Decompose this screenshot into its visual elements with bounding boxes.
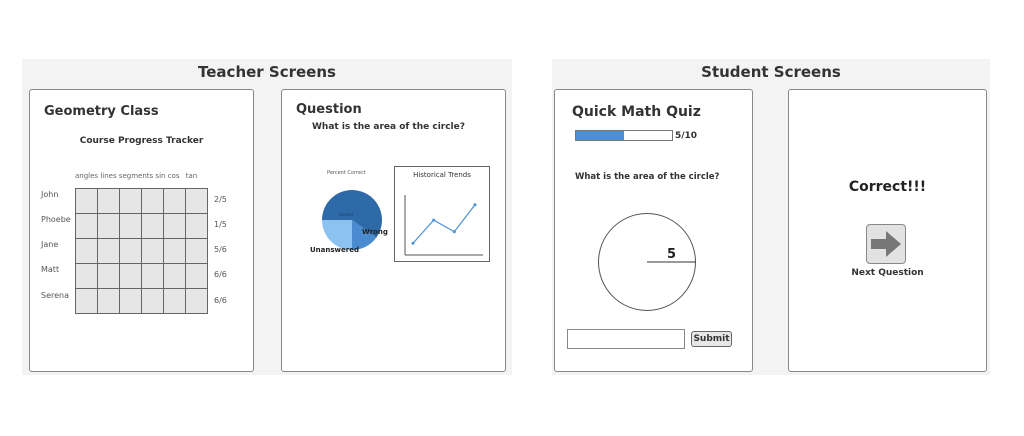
pie-label-unanswered: Unanswered xyxy=(310,246,359,254)
grid-cell xyxy=(186,289,208,314)
progress-grid xyxy=(75,188,208,314)
grid-cell xyxy=(142,289,164,314)
student-screens-section: Student Screens Quick Math Quiz 5/10 Wha… xyxy=(552,59,990,375)
grid-cell xyxy=(98,214,120,239)
quiz-question: What is the area of the circle? xyxy=(575,172,720,182)
grid-cell xyxy=(186,264,208,289)
grid-cell xyxy=(164,289,186,314)
quiz-card: Quick Math Quiz 5/10 What is the area of… xyxy=(554,89,753,372)
trend-point xyxy=(432,218,436,222)
student-name: Serena xyxy=(41,291,70,300)
pie-label-correct: Correct xyxy=(339,212,354,217)
grid-cell xyxy=(164,239,186,264)
column-headers: angles lines segments sin cos tan xyxy=(75,172,197,180)
column-header: cos xyxy=(167,172,180,180)
trends-plot xyxy=(404,195,483,256)
question-card: Question What is the area of the circle?… xyxy=(281,89,506,372)
column-header: lines xyxy=(100,172,117,180)
grid-cell xyxy=(98,289,120,314)
next-question-label[interactable]: Next Question xyxy=(789,268,986,278)
student-score: 1/5 xyxy=(214,220,227,229)
card-title: Question xyxy=(296,102,362,117)
grid-cell xyxy=(76,214,98,239)
grid-cell xyxy=(186,189,208,214)
section-title: Teacher Screens xyxy=(198,63,336,81)
column-header: tan xyxy=(185,172,198,180)
grid-cell xyxy=(142,214,164,239)
grid-cell xyxy=(142,239,164,264)
student-score: 6/6 xyxy=(214,296,227,305)
percent-correct-pie-chart: Correct Wrong Unanswered xyxy=(310,190,388,254)
progress-text: 5/10 xyxy=(675,131,698,141)
column-header: sin xyxy=(155,172,166,180)
grid-cell xyxy=(164,214,186,239)
grid-cell xyxy=(120,289,142,314)
trend-point xyxy=(473,203,477,207)
answer-input[interactable] xyxy=(567,329,685,349)
submit-button[interactable]: Submit xyxy=(691,331,732,347)
student-name: John xyxy=(41,190,59,199)
grid-cell xyxy=(186,239,208,264)
grid-cell xyxy=(142,264,164,289)
grid-cell xyxy=(164,264,186,289)
quiz-progress-bar xyxy=(575,130,673,141)
section-title: Student Screens xyxy=(701,63,841,81)
quiz-title: Quick Math Quiz xyxy=(572,104,701,120)
radius-label: 5 xyxy=(667,247,676,262)
next-question-button[interactable] xyxy=(866,224,906,264)
grid-cell xyxy=(142,189,164,214)
grid-cell xyxy=(98,239,120,264)
grid-cell xyxy=(164,189,186,214)
column-header: angles xyxy=(75,172,99,180)
trend-line xyxy=(412,204,476,244)
grid-cell xyxy=(76,189,98,214)
student-name: Matt xyxy=(41,265,60,274)
trend-point xyxy=(452,230,456,234)
grid-cell xyxy=(76,289,98,314)
student-score: 5/6 xyxy=(214,245,227,254)
result-title: Correct!!! xyxy=(848,179,927,195)
grid-cell xyxy=(120,264,142,289)
grid-cell xyxy=(98,189,120,214)
pie-label-wrong: Wrong xyxy=(362,228,388,236)
column-header: segments xyxy=(118,172,154,180)
student-score: 6/6 xyxy=(214,270,227,279)
grid-cell xyxy=(76,264,98,289)
student-score: 2/5 xyxy=(214,195,227,204)
arrow-right-icon xyxy=(871,231,901,257)
teacher-screens-section: Teacher Screens Geometry Class Course Pr… xyxy=(22,59,512,375)
question-text: What is the area of the circle? xyxy=(312,122,465,132)
grid-cell xyxy=(76,239,98,264)
student-name: Phoebe xyxy=(41,215,71,224)
card-title: Geometry Class xyxy=(44,104,159,119)
historical-trends-chart: Historical Trends xyxy=(394,166,490,262)
grid-cell xyxy=(120,239,142,264)
circle-diagram: 5 xyxy=(598,213,696,311)
grid-cell xyxy=(120,214,142,239)
student-name: Jane xyxy=(41,240,59,249)
pie-title: Percent Correct xyxy=(327,170,366,176)
grid-cell xyxy=(120,189,142,214)
trend-point xyxy=(411,241,415,245)
course-progress-title: Course Progress Tracker xyxy=(79,136,204,146)
result-card: Correct!!! Next Question xyxy=(788,89,987,372)
geometry-class-card: Geometry Class Course Progress Tracker a… xyxy=(29,89,254,372)
grid-cell xyxy=(98,264,120,289)
progress-fill xyxy=(576,131,624,140)
grid-cell xyxy=(186,214,208,239)
